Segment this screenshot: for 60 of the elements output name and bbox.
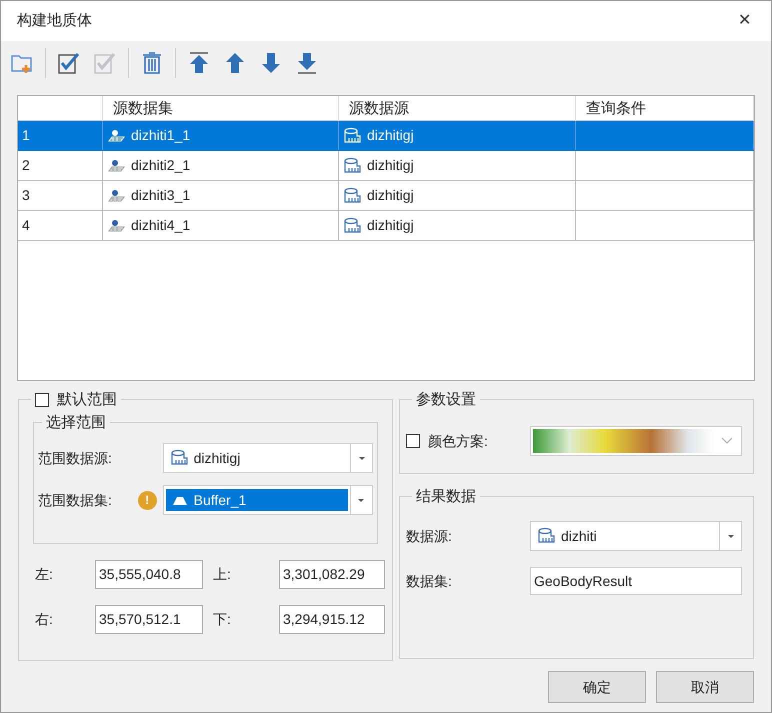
datasource-name: dizhitigj [367,216,414,235]
checkbox[interactable] [35,393,49,408]
dropdown-value: dizhitigj [194,448,240,468]
datasource-name: dizhitigj [367,186,414,205]
row-number: 3 [22,186,30,205]
table-row[interactable]: 2 dizhiti2_1 dizhitigj [18,151,754,181]
color-scheme-label: 颜色方案: [428,432,489,450]
checkbox[interactable] [406,434,420,448]
bound-label: 右: [34,610,54,629]
database-icon [343,216,361,234]
region-icon [172,494,188,506]
row-number: 2 [22,156,30,175]
window-title: 构建地质体 [17,10,92,31]
database-icon [170,449,188,467]
bound-label: 左: [34,565,54,584]
row-number: 1 [22,126,30,145]
database-icon [537,527,555,545]
bound-field[interactable]: 35,570,512.1 [95,605,203,634]
bound-label: 上: [212,565,232,584]
table-row[interactable]: 4 dizhiti4_1 dizhitigj [18,211,754,241]
point-dataset-icon [107,128,125,144]
point-dataset-icon [107,218,125,234]
database-icon [343,186,361,204]
bound-field[interactable]: 35,555,040.8 [95,560,203,589]
field-label: 范围数据源: [38,448,113,468]
dropdown-value: Buffer_1 [194,490,246,510]
default-range-label: 默认范围 [57,390,117,410]
dataset-dropdown[interactable]: Buffer_1 [162,485,373,515]
dropdown-value: dizhiti [561,526,597,546]
database-icon [343,126,361,144]
field-label: 数据集: [406,572,453,590]
close-button[interactable]: ✕ [734,9,755,33]
table-row[interactable]: 3 dizhiti3_1 dizhitigj [18,181,754,211]
point-dataset-icon [107,188,125,204]
dropdown-caret-icon [357,498,366,502]
datasource-name: dizhitigj [367,156,414,175]
dataset-name-field[interactable]: GeoBodyResult [530,567,742,595]
dataset-name: dizhiti3_1 [131,186,190,205]
dataset-name: dizhiti2_1 [131,156,190,175]
color-scheme-dropdown[interactable] [530,426,742,456]
bound-label: 下: [212,610,232,629]
dropdown-caret-icon [726,534,734,538]
dialog-button[interactable]: 确定 [548,671,646,703]
bound-field[interactable]: 3,301,082.29 [279,560,385,589]
field-label: 数据源: [406,526,453,546]
dropdown-caret-icon [358,456,366,460]
datasource-name: dizhitigj [367,126,414,145]
datasource-dropdown[interactable]: dizhiti [530,521,742,551]
dialog-button[interactable]: 取消 [656,671,754,703]
database-icon [343,156,361,174]
bound-field[interactable]: 3,294,915.12 [279,605,385,634]
row-number: 4 [22,216,30,235]
warning-icon: ! [138,490,157,510]
dataset-name: dizhiti1_1 [131,126,190,145]
checkbox-icon[interactable] [56,50,82,76]
table-row[interactable]: 1 dizhiti1_1 dizhitigj [18,121,754,151]
point-dataset-icon [107,158,125,174]
field-label: 范围数据集: [38,490,113,510]
dataset-name: dizhiti4_1 [131,216,190,235]
datasource-dropdown[interactable]: dizhitigj [162,443,373,473]
